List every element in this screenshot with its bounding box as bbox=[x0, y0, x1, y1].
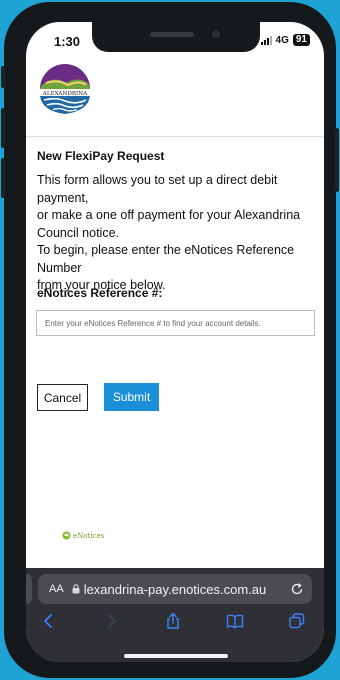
status-indicators: 4G 91 bbox=[260, 34, 310, 46]
safari-bottom-bar: AA lexandrina-pay.enotices.com.au bbox=[26, 568, 324, 662]
battery-icon: 91 bbox=[292, 34, 310, 46]
form-title: New FlexiPay Request bbox=[37, 149, 165, 163]
description-line: This form allows you to set up a direct … bbox=[37, 173, 278, 205]
text-size-button[interactable]: AA bbox=[49, 583, 64, 595]
alexandrina-logo[interactable]: ALEXANDRINA bbox=[36, 63, 94, 115]
status-time: 1:30 bbox=[54, 34, 81, 49]
enotices-logo-icon bbox=[62, 531, 71, 540]
screen: 1:30 4G 91 ALEXANDRINA New FlexiPay Requ… bbox=[26, 22, 324, 662]
speaker bbox=[150, 32, 194, 37]
home-indicator[interactable] bbox=[124, 654, 228, 658]
lock-icon bbox=[72, 584, 80, 594]
site-header: ALEXANDRINA bbox=[26, 52, 324, 137]
tabs-icon[interactable] bbox=[288, 612, 306, 630]
phone-frame: 1:30 4G 91 ALEXANDRINA New FlexiPay Requ… bbox=[1, 2, 339, 678]
previous-tab-edge[interactable] bbox=[26, 574, 32, 604]
form-description: This form allows you to set up a direct … bbox=[37, 172, 317, 295]
notch bbox=[92, 22, 260, 52]
description-line: Council notice. bbox=[37, 225, 119, 240]
volume-up-button bbox=[1, 108, 5, 148]
back-icon[interactable] bbox=[40, 612, 58, 630]
forward-icon[interactable] bbox=[102, 612, 120, 630]
reload-icon[interactable] bbox=[290, 582, 304, 596]
enotices-text: eNotices bbox=[73, 531, 105, 540]
signal-icon bbox=[260, 35, 272, 45]
address-bar[interactable]: AA lexandrina-pay.enotices.com.au bbox=[38, 574, 312, 604]
cancel-button[interactable]: Cancel bbox=[37, 384, 88, 411]
description-line: or make a one off payment for your Alexa… bbox=[37, 208, 301, 222]
enotices-brand: eNotices bbox=[62, 531, 104, 540]
bookmarks-icon[interactable] bbox=[226, 612, 244, 630]
reference-label: eNotices Reference #: bbox=[37, 286, 163, 300]
form-intro: New FlexiPay Request This form allows yo… bbox=[37, 149, 317, 295]
silent-switch bbox=[1, 66, 5, 88]
url-text: lexandrina-pay.enotices.com.au bbox=[83, 581, 267, 597]
network-type: 4G bbox=[275, 34, 289, 46]
reference-number-input[interactable] bbox=[36, 310, 315, 336]
description-line: To begin, please enter the eNotices Refe… bbox=[37, 243, 295, 275]
share-icon[interactable] bbox=[164, 612, 182, 630]
power-button bbox=[335, 128, 339, 192]
volume-down-button bbox=[1, 158, 5, 198]
front-camera bbox=[212, 30, 220, 38]
submit-button[interactable]: Submit bbox=[104, 383, 159, 411]
safari-toolbar bbox=[26, 612, 324, 638]
